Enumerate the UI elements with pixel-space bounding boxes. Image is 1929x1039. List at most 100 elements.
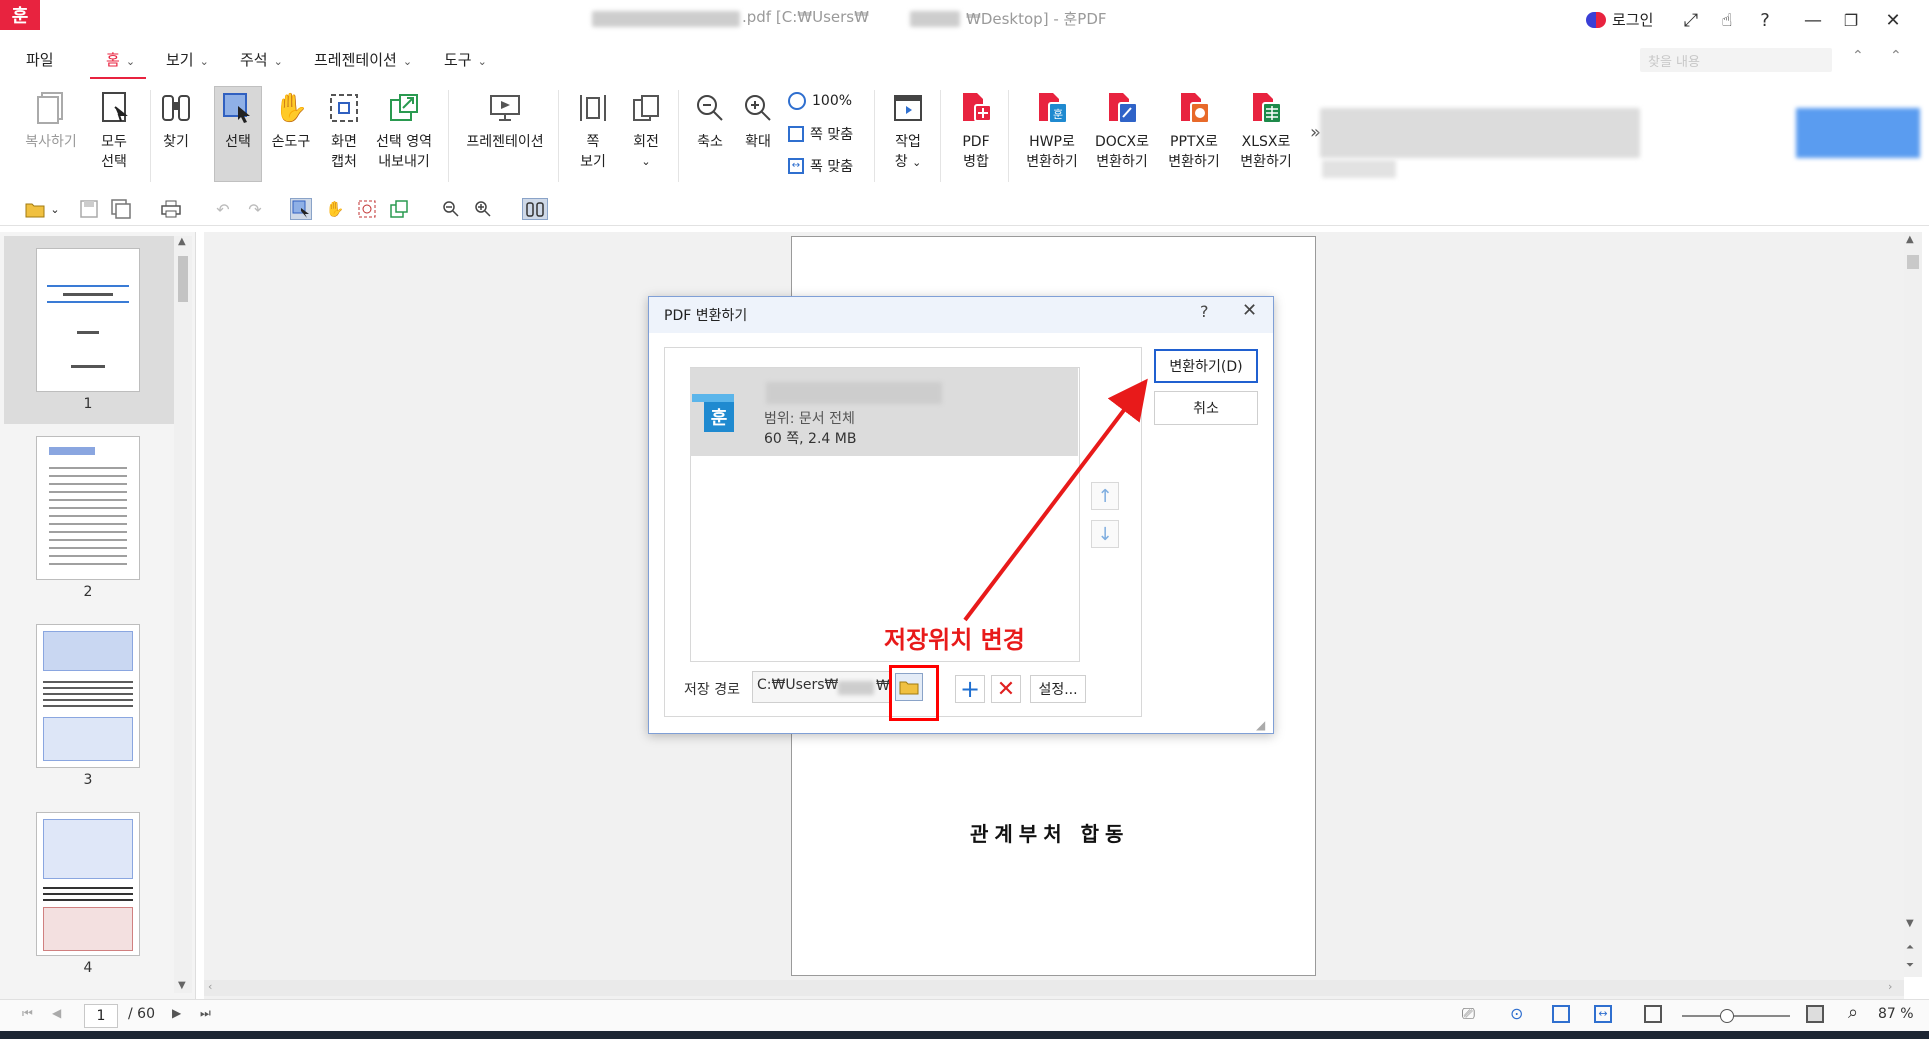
convert-pptx-button[interactable]: PPTX로 변환하기 (1162, 90, 1226, 172)
thumbnail-scrollbar[interactable] (174, 236, 192, 993)
print-icon[interactable] (160, 198, 182, 220)
zoom-in-quick-icon[interactable] (472, 198, 494, 220)
redo-icon[interactable]: ↷ (244, 198, 266, 220)
search-input[interactable]: 찾을 내용 (1640, 48, 1832, 72)
thumb-text-block (43, 883, 133, 903)
export-selection-button[interactable]: 선택 영역 내보내기 (370, 90, 438, 172)
capture-quick-icon[interactable] (356, 198, 378, 220)
hand-tool-button[interactable]: ✋ 손도구 (268, 90, 314, 152)
page-view-button[interactable]: 쪽 보기 (572, 90, 614, 172)
open-folder-icon[interactable] (24, 198, 46, 220)
export-quick-icon[interactable] (388, 198, 410, 220)
next-page-icon[interactable]: ▶ (172, 1006, 181, 1020)
menu-annotation[interactable]: 주석 ⌄ (240, 49, 283, 70)
ribbon-options-icon[interactable]: ⌃ (1890, 48, 1902, 64)
menu-presentation[interactable]: 프레젠테이션 ⌄ (314, 49, 412, 70)
thumbnail-page[interactable] (36, 436, 140, 580)
convert-hwp-button[interactable]: 훈 HWP로 변환하기 (1020, 90, 1084, 172)
thumbnail-page[interactable] (36, 248, 140, 392)
close-window-icon[interactable]: ✕ (1880, 6, 1906, 34)
menu-file[interactable]: 파일 (26, 49, 54, 70)
document-horizontal-scrollbar[interactable] (204, 980, 1904, 996)
find-button[interactable]: 찾기 (158, 90, 194, 152)
redacted-username (910, 11, 960, 27)
menu-view[interactable]: 보기 ⌄ (166, 49, 209, 70)
scroll-down-icon[interactable]: ▼ (178, 980, 186, 991)
zoom-slider[interactable] (1682, 1015, 1790, 1017)
convert-docx-button[interactable]: DOCX로 변환하기 (1090, 90, 1154, 172)
zoom-out-button[interactable]: 축소 (692, 90, 728, 152)
redacted-banner (1796, 108, 1920, 158)
chevron-down-icon[interactable]: ⌄ (48, 198, 62, 220)
task-pane-button[interactable]: 작업 창 ⌄ (888, 90, 928, 173)
title-sep: - (1048, 10, 1064, 28)
next-page-scroll-icon[interactable]: ⏷ (1906, 960, 1914, 971)
document-vertical-scrollbar[interactable] (1904, 232, 1922, 977)
thumbnail-page[interactable] (36, 624, 140, 768)
cancel-button[interactable]: 취소 (1154, 391, 1258, 425)
prev-page-scroll-icon[interactable]: ⏶ (1906, 942, 1914, 953)
scroll-right-icon[interactable]: › (1888, 980, 1892, 993)
rotate-button[interactable]: 회전 ⌄ (626, 90, 666, 172)
copy-button[interactable]: 복사하기 (20, 90, 82, 152)
select-tool-quick-icon[interactable] (290, 198, 312, 220)
thumb-line (71, 365, 105, 368)
fit-screen-icon[interactable] (1806, 1005, 1824, 1023)
presentation-mode-icon[interactable]: ⎚ (1462, 1004, 1475, 1024)
last-page-icon[interactable]: ⏭ (200, 1006, 211, 1021)
help-icon[interactable]: ? (1754, 6, 1776, 34)
zoom-search-icon[interactable]: ⌕ (1848, 1002, 1858, 1023)
thumbnail-scrollbar-thumb[interactable] (178, 256, 188, 302)
dialog-close-icon[interactable]: ✕ (1242, 300, 1257, 321)
find-quick-icon[interactable] (522, 198, 548, 220)
scroll-left-icon[interactable]: ‹ (208, 980, 212, 993)
zoom-out-icon (692, 90, 728, 126)
settings-button[interactable]: 설정... (1030, 675, 1086, 703)
zoom-in-button[interactable]: 확대 (740, 90, 776, 152)
remove-file-button[interactable]: ✕ (991, 675, 1021, 703)
current-page-input[interactable]: 1 (84, 1004, 118, 1028)
dialog-help-icon[interactable]: ? (1200, 302, 1209, 321)
move-down-icon[interactable]: ↓ (1091, 520, 1119, 548)
pdf-merge-button[interactable]: PDF 병합 (954, 90, 998, 172)
menu-tools[interactable]: 도구 ⌄ (444, 49, 487, 70)
undo-icon[interactable]: ↶ (212, 198, 234, 220)
task-pane-icon (890, 90, 926, 126)
document-scrollbar-thumb[interactable] (1907, 255, 1919, 269)
touch-mode-icon[interactable]: ☝ (1716, 6, 1738, 34)
scroll-down-icon[interactable]: ▼ (1906, 918, 1914, 929)
actual-size-icon[interactable] (1644, 1005, 1662, 1023)
fit-page-status-icon[interactable] (1552, 1005, 1570, 1023)
thumbnail-page[interactable] (36, 812, 140, 956)
collapse-ribbon-icon[interactable]: ⌃ (1852, 48, 1864, 64)
zoom-100-status-icon[interactable]: ⊙ (1510, 1004, 1523, 1023)
scroll-up-icon[interactable]: ▲ (1906, 234, 1914, 245)
first-page-icon[interactable]: ⏮ (22, 1006, 33, 1021)
login-button[interactable]: 로그인 (1586, 9, 1653, 30)
zoom-slider-handle[interactable] (1720, 1009, 1734, 1023)
move-up-icon[interactable]: ↑ (1091, 482, 1119, 510)
menu-home[interactable]: 홈 ⌄ (106, 49, 135, 70)
convert-button[interactable]: 변환하기(D) (1154, 349, 1258, 383)
zoom-100-button[interactable]: 100% (788, 92, 852, 110)
scroll-up-icon[interactable]: ▲ (178, 236, 186, 247)
fit-page-button[interactable]: 쪽 맞춤 (788, 124, 853, 144)
restore-icon[interactable]: ❐ (1838, 6, 1864, 34)
app-logo-icon[interactable]: 훈 (0, 0, 40, 30)
hand-tool-quick-icon[interactable]: ✋ (324, 198, 346, 220)
save-icon[interactable] (78, 198, 100, 220)
fit-width-status-icon[interactable]: ↔ (1594, 1005, 1612, 1023)
zoom-out-quick-icon[interactable] (440, 198, 462, 220)
convert-xlsx-button[interactable]: XLSX로 변환하기 (1234, 90, 1298, 172)
fullscreen-icon[interactable]: ⤢ (1680, 6, 1702, 34)
minimize-icon[interactable]: — (1800, 6, 1826, 34)
save-as-icon[interactable] (110, 198, 132, 220)
select-all-button[interactable]: 모두 선택 (92, 90, 136, 172)
presentation-button[interactable]: 프레젠테이션 (462, 90, 548, 152)
add-file-button[interactable]: + (955, 675, 985, 703)
prev-page-icon[interactable]: ◀ (52, 1006, 61, 1020)
fit-width-button[interactable]: ↔ 폭 맞춤 (788, 156, 853, 176)
select-tool-button[interactable]: 선택 (218, 90, 258, 152)
screen-capture-button[interactable]: 화면 캡처 (322, 90, 366, 172)
dialog-resize-grip-icon[interactable]: ◢ (1256, 718, 1265, 732)
